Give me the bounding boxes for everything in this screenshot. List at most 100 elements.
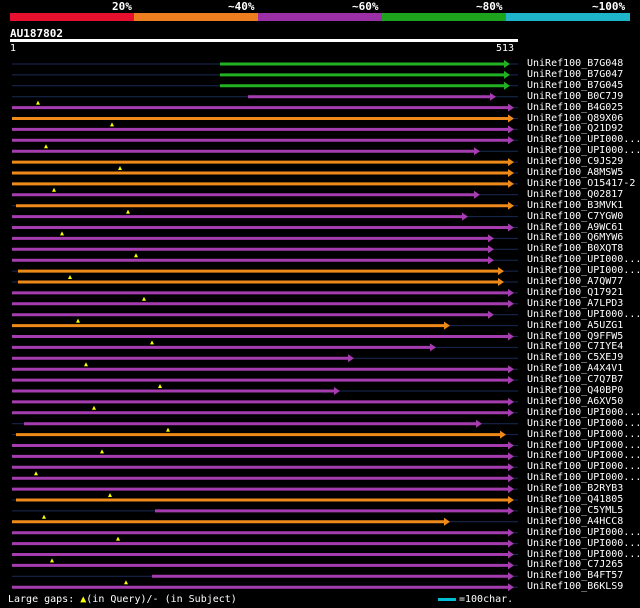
hit-label[interactable]: UniRef100_B2RYB3 <box>527 483 623 494</box>
hit-arrow-icon <box>490 92 496 101</box>
gap-marker-icon <box>142 296 146 301</box>
hit-arrow-icon <box>504 81 510 90</box>
hit-label[interactable]: UniRef100_UPI000... <box>527 472 640 483</box>
scale-line <box>438 597 456 601</box>
hit-label[interactable]: UniRef100_Q89X06 <box>527 113 623 124</box>
hit-label[interactable]: UniRef100_UPI000... <box>527 440 640 451</box>
hit-label[interactable]: UniRef100_UPI000... <box>527 450 640 461</box>
hit-arrow-icon <box>508 528 514 537</box>
hit-label[interactable]: UniRef100_B0XQT8 <box>527 243 623 254</box>
hit-arrow-icon <box>430 343 436 352</box>
hit-label[interactable]: UniRef100_UPI000... <box>527 418 640 429</box>
hit-arrow-icon <box>474 190 480 199</box>
hit-arrow-icon <box>508 376 514 385</box>
hit-label[interactable]: UniRef100_Q02817 <box>527 189 623 200</box>
hit-arrow-icon <box>498 267 504 276</box>
hit-label[interactable]: UniRef100_O15417-2 <box>527 178 635 189</box>
hit-arrow-icon <box>508 158 514 167</box>
gap-marker-icon <box>50 558 54 563</box>
hit-label[interactable]: UniRef100_Q9FFW5 <box>527 331 623 342</box>
hit-arrow-icon <box>508 114 514 123</box>
gap-marker-icon <box>44 144 48 149</box>
hit-arrow-icon <box>476 419 482 428</box>
hit-label[interactable]: UniRef100_UPI000... <box>527 549 640 560</box>
hit-label[interactable]: UniRef100_Q17921 <box>527 287 623 298</box>
gap-marker-icon <box>134 253 138 258</box>
hit-label[interactable]: UniRef100_Q41805 <box>527 494 623 505</box>
hit-label[interactable]: UniRef100_C7J265 <box>527 559 623 570</box>
gap-marker-icon <box>158 384 162 388</box>
hit-label[interactable]: UniRef100_A7QW77 <box>527 276 623 287</box>
gap-marker-icon <box>34 471 38 476</box>
hit-label[interactable]: UniRef100_UPI000... <box>527 254 640 265</box>
hit-label[interactable]: UniRef100_B3MVK1 <box>527 200 623 211</box>
hit-arrow-icon <box>508 169 514 177</box>
hit-arrow-icon <box>444 321 450 330</box>
hit-label[interactable]: UniRef100_A6XV50 <box>527 396 623 407</box>
hit-arrow-icon <box>474 147 480 156</box>
hit-label[interactable]: UniRef100_B0C7J9 <box>527 91 623 102</box>
large-gaps-prefix: Large gaps: <box>8 594 81 605</box>
hit-label[interactable]: UniRef100_Q40BP0 <box>527 385 623 396</box>
gap-marker-icon <box>60 231 64 236</box>
hit-label[interactable]: UniRef100_UPI000... <box>527 407 640 418</box>
hit-label[interactable]: UniRef100_B4G025 <box>527 102 623 113</box>
hit-label[interactable]: UniRef100_A9WC61 <box>527 222 623 233</box>
hit-label[interactable]: UniRef100_A5UZG1 <box>527 320 623 331</box>
gap-marker-icon <box>36 100 40 105</box>
hit-label[interactable]: UniRef100_B6KLS9 <box>527 581 623 592</box>
hit-arrow-icon <box>508 572 514 581</box>
hit-arrow-icon <box>498 278 504 286</box>
hit-arrow-icon <box>508 452 514 461</box>
hit-arrow-icon <box>508 561 514 570</box>
gap-marker-icon <box>124 580 128 585</box>
hit-arrow-icon <box>500 430 506 439</box>
hit-label[interactable]: UniRef100_UPI000... <box>527 145 640 156</box>
hit-label[interactable]: UniRef100_UPI000... <box>527 309 640 320</box>
hit-label[interactable]: UniRef100_B7G048 <box>527 58 623 69</box>
gap-marker-icon <box>110 122 114 127</box>
hit-arrow-icon <box>508 223 514 232</box>
hit-arrow-icon <box>508 201 514 210</box>
gap-marker-icon <box>126 209 130 214</box>
hit-label[interactable]: UniRef100_C5YML5 <box>527 505 623 516</box>
in-query-label: (in Query)/ <box>86 594 153 605</box>
hit-label[interactable]: UniRef100_Q21D92 <box>527 123 623 134</box>
hit-arrow-icon <box>508 408 514 417</box>
hit-label[interactable]: UniRef100_C7YGW0 <box>527 211 623 222</box>
hit-label[interactable]: UniRef100_UPI000... <box>527 134 640 145</box>
hit-arrow-icon <box>508 506 514 515</box>
hit-arrow-icon <box>508 539 514 548</box>
hit-arrow-icon <box>508 299 514 308</box>
hit-label[interactable]: UniRef100_Q6MYW6 <box>527 232 623 243</box>
hit-label[interactable]: UniRef100_A4X4V1 <box>527 363 623 374</box>
hit-label[interactable]: UniRef100_B7G047 <box>527 69 623 80</box>
hit-label[interactable]: UniRef100_A4HCC8 <box>527 516 623 527</box>
hit-arrow-icon <box>508 365 514 374</box>
hit-arrow-icon <box>508 332 514 341</box>
gap-marker-icon <box>150 340 154 345</box>
gap-marker-icon <box>52 187 56 192</box>
hit-label[interactable]: UniRef100_UPI000... <box>527 461 640 472</box>
hit-label[interactable]: UniRef100_A7LPD3 <box>527 298 623 309</box>
hit-arrow-icon <box>462 212 468 221</box>
hit-label[interactable]: UniRef100_C7Q7B7 <box>527 374 623 385</box>
hit-label[interactable]: UniRef100_C5XEJ9 <box>527 352 623 363</box>
hit-arrow-icon <box>508 288 514 297</box>
hit-label[interactable]: UniRef100_UPI000... <box>527 429 640 440</box>
footer-legend: Large gaps: ▲(in Query)/- (in Subject) <box>8 594 237 605</box>
hit-arrow-icon <box>508 103 514 112</box>
hit-label[interactable]: UniRef100_A8MSW5 <box>527 167 623 178</box>
hit-label[interactable]: UniRef100_C7IYE4 <box>527 341 623 352</box>
hit-arrow-icon <box>508 485 514 494</box>
hit-label[interactable]: UniRef100_B4FT57 <box>527 570 623 581</box>
hit-label[interactable]: UniRef100_UPI000... <box>527 538 640 549</box>
hit-label[interactable]: UniRef100_UPI000... <box>527 527 640 538</box>
hit-label[interactable]: UniRef100_UPI000... <box>527 265 640 276</box>
hit-label[interactable]: UniRef100_C9JS29 <box>527 156 623 167</box>
hit-label[interactable]: UniRef100_B7G045 <box>527 80 623 91</box>
hit-arrow-icon <box>508 463 514 472</box>
hit-arrow-icon <box>508 179 514 188</box>
hit-arrow-icon <box>488 310 494 319</box>
hit-arrow-icon <box>508 441 514 450</box>
